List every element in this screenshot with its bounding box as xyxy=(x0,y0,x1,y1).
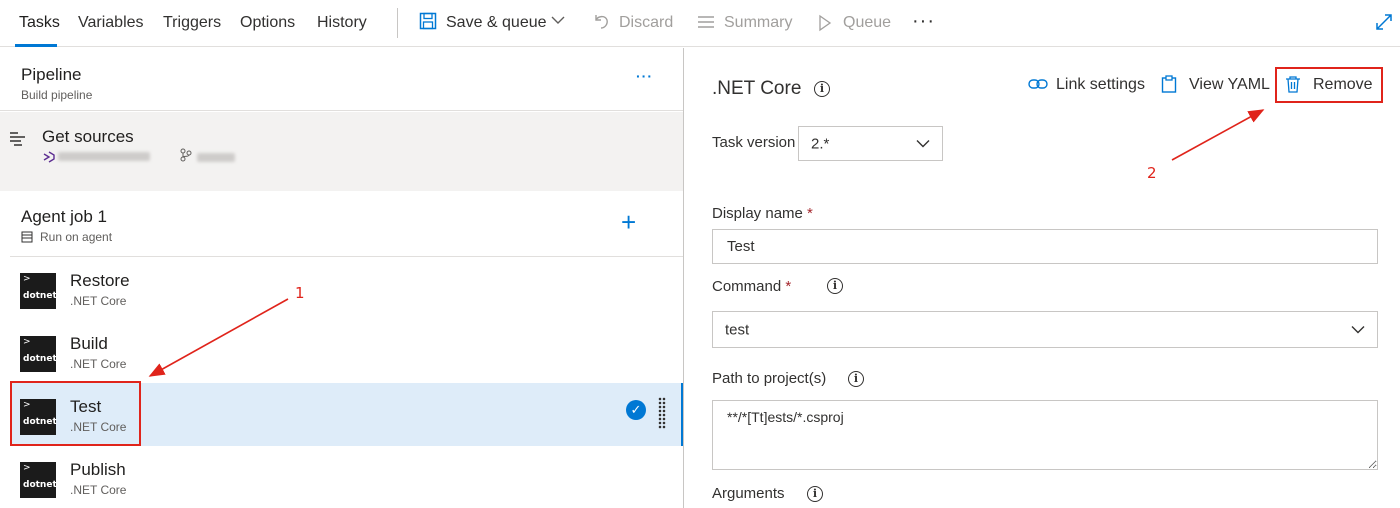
redacted-branch xyxy=(197,153,235,162)
task-name: Restore xyxy=(70,271,130,290)
queue-button[interactable]: Queue xyxy=(843,14,891,32)
info-icon[interactable]: i xyxy=(827,278,843,294)
trash-icon xyxy=(1285,75,1301,98)
agent-job-card: Agent job 1 Run on agent + > dotnet Resto… xyxy=(10,191,683,508)
task-row-test[interactable]: > dotnet Test .NET Core ✓ xyxy=(10,383,683,446)
undo-icon xyxy=(592,12,610,30)
active-tab-indicator xyxy=(15,44,57,47)
add-task-button[interactable]: + xyxy=(621,209,636,235)
command-select[interactable]: test xyxy=(712,311,1378,348)
arguments-label: Arguments xyxy=(712,485,785,502)
pipeline-header[interactable]: Pipeline Build pipeline ··· xyxy=(0,48,683,111)
summary-list-icon xyxy=(697,15,715,29)
task-row-publish[interactable]: > dotnet Publish .NET Core xyxy=(10,446,683,508)
task-name: Publish xyxy=(70,460,126,479)
task-row-build[interactable]: > dotnet Build .NET Core xyxy=(10,320,683,383)
get-sources-title: Get sources xyxy=(42,127,134,146)
display-name-label: Display name * xyxy=(712,205,813,222)
tab-tasks[interactable]: Tasks xyxy=(19,14,60,32)
path-to-projects-input[interactable]: **/*[Tt]ests/*.csproj xyxy=(712,400,1378,470)
agent-job-subtitle: Run on agent xyxy=(40,230,113,244)
dotnet-icon: > dotnet xyxy=(20,273,57,309)
save-queue-button[interactable]: Save & queue xyxy=(446,14,547,32)
tab-options[interactable]: Options xyxy=(240,14,295,32)
task-version-label: Task version xyxy=(712,134,796,151)
agent-server-icon xyxy=(21,230,33,248)
redacted-repository xyxy=(58,152,150,161)
expand-icon[interactable] xyxy=(1375,13,1393,31)
pipeline-tasks-pane: Pipeline Build pipeline ··· Get sources … xyxy=(0,48,684,508)
task-name: Build xyxy=(70,334,108,353)
link-icon xyxy=(1028,77,1048,96)
top-toolbar: Tasks Variables Triggers Options History… xyxy=(0,0,1400,47)
task-detail-title: .NET Core xyxy=(712,78,802,99)
tab-triggers[interactable]: Triggers xyxy=(163,14,221,32)
info-icon[interactable]: i xyxy=(814,81,830,97)
command-label: Command * xyxy=(712,278,792,295)
task-type: .NET Core xyxy=(70,483,127,497)
checkmark-icon: ✓ xyxy=(626,400,646,420)
repository-icon xyxy=(43,150,55,168)
display-name-input[interactable] xyxy=(712,229,1378,264)
path-to-projects-label: Path to project(s) xyxy=(712,370,827,387)
task-type: .NET Core xyxy=(70,420,127,434)
save-icon xyxy=(419,12,437,30)
annotation-step-1: 1 xyxy=(295,284,305,302)
play-icon xyxy=(818,14,832,32)
drag-handle-icon[interactable] xyxy=(658,397,666,429)
pipeline-title: Pipeline xyxy=(21,65,82,84)
task-version-select[interactable]: 2.* xyxy=(798,126,943,161)
chevron-down-icon[interactable] xyxy=(551,15,565,25)
sources-list-icon xyxy=(9,131,27,152)
chevron-down-icon xyxy=(1351,321,1365,338)
info-icon[interactable]: i xyxy=(848,371,864,387)
pipeline-more-button[interactable]: ··· xyxy=(636,68,653,84)
task-type: .NET Core xyxy=(70,294,127,308)
pipeline-subtitle: Build pipeline xyxy=(21,88,93,102)
summary-button[interactable]: Summary xyxy=(724,14,792,32)
view-yaml-button[interactable]: View YAML xyxy=(1189,76,1270,94)
link-settings-button[interactable]: Link settings xyxy=(1056,76,1145,94)
discard-button[interactable]: Discard xyxy=(619,14,673,32)
annotation-step-2: 2 xyxy=(1147,164,1157,182)
dotnet-icon: > dotnet xyxy=(20,399,57,435)
toolbar-divider xyxy=(397,8,398,38)
info-icon[interactable]: i xyxy=(807,486,823,502)
chevron-down-icon xyxy=(916,135,930,152)
clipboard-icon xyxy=(1161,75,1177,98)
get-sources-row[interactable]: Get sources xyxy=(0,112,683,191)
dotnet-icon: > dotnet xyxy=(20,462,57,498)
remove-task-button[interactable]: Remove xyxy=(1313,76,1373,94)
tab-variables[interactable]: Variables xyxy=(78,14,144,32)
branch-icon xyxy=(180,148,192,167)
agent-job-header[interactable]: Agent job 1 Run on agent + xyxy=(10,191,683,257)
task-detail-pane: .NET Core i Link settings View YAML Remo… xyxy=(685,48,1400,508)
dotnet-icon: > dotnet xyxy=(20,336,57,372)
agent-job-title: Agent job 1 xyxy=(21,207,108,226)
task-type: .NET Core xyxy=(70,357,127,371)
task-row-restore[interactable]: > dotnet Restore .NET Core xyxy=(10,257,683,320)
task-name: Test xyxy=(70,397,102,416)
tab-history[interactable]: History xyxy=(317,14,367,32)
more-actions-button[interactable]: ··· xyxy=(912,10,935,33)
